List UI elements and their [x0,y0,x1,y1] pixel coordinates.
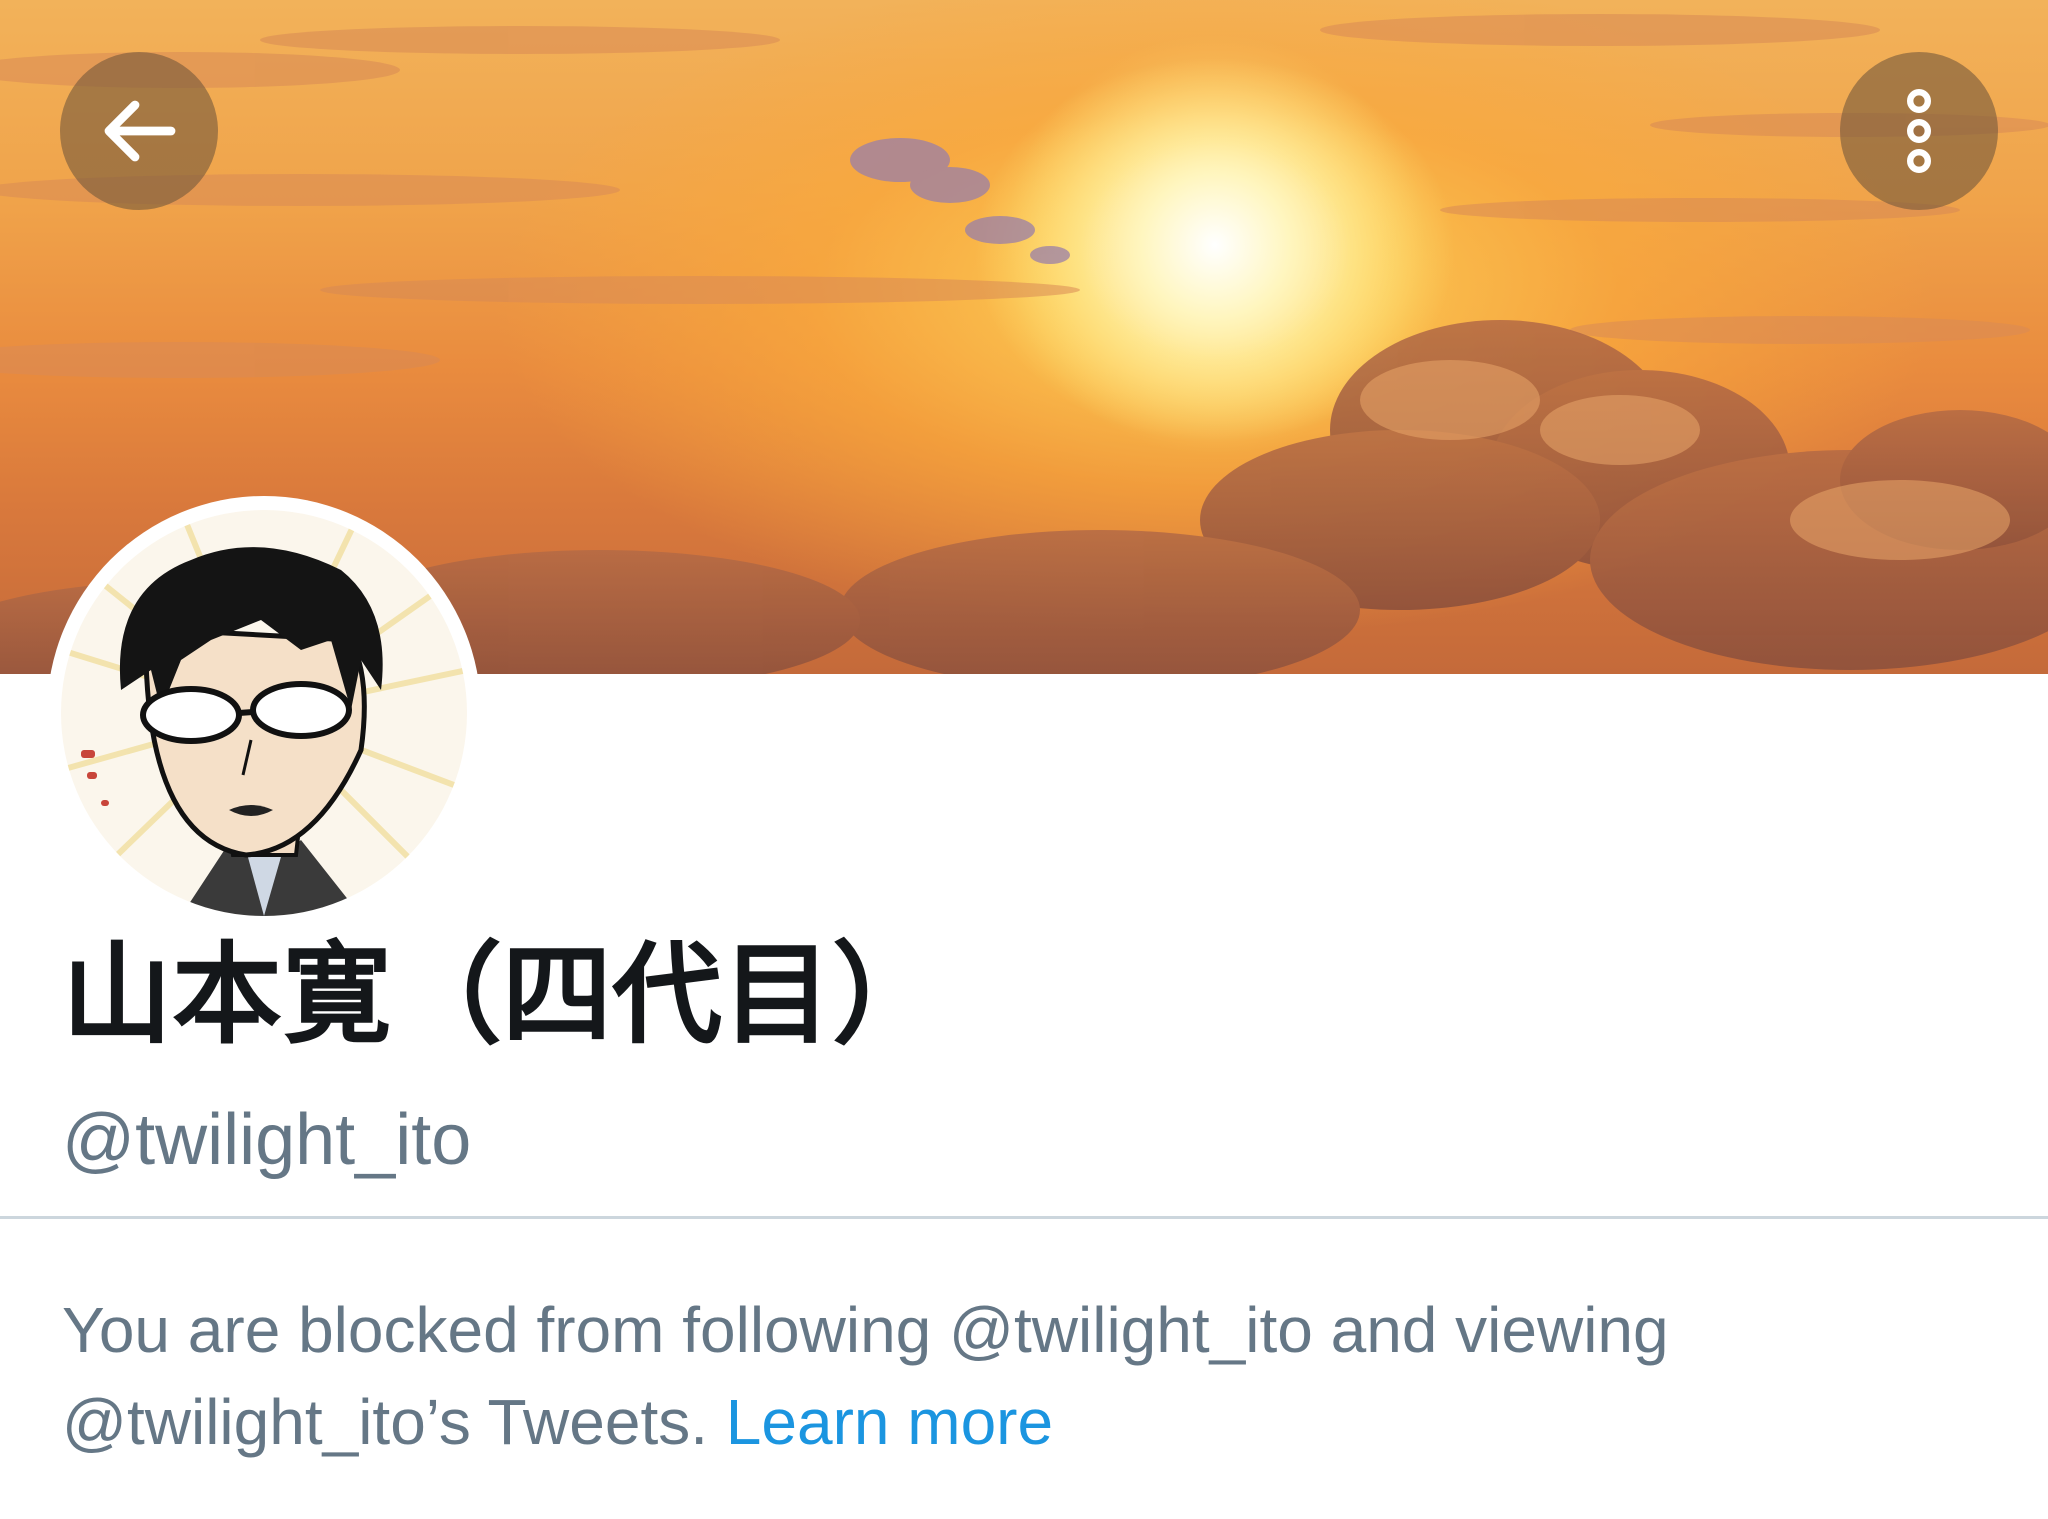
more-options-button[interactable] [1840,52,1998,210]
username-handle: @twilight_ito [62,1100,472,1180]
avatar[interactable] [47,496,481,930]
learn-more-link[interactable]: Learn more [726,1386,1053,1458]
display-name: 山本寛（四代目） [62,931,942,1059]
more-vertical-icon [1907,88,1932,173]
avatar-image [61,510,467,916]
back-button[interactable] [60,52,218,210]
arrow-left-icon [104,100,176,162]
profile-screen: 山本寛（四代目） @twilight_ito You are blocked f… [0,0,2048,1519]
blocked-notice-line2: @twilight_ito’s Tweets. [62,1386,708,1458]
avatar-illustration [61,510,467,916]
divider [0,1216,2048,1219]
blocked-notice-line1: You are blocked from following @twilight… [62,1294,1669,1366]
blocked-notice: You are blocked from following @twilight… [62,1284,1962,1468]
